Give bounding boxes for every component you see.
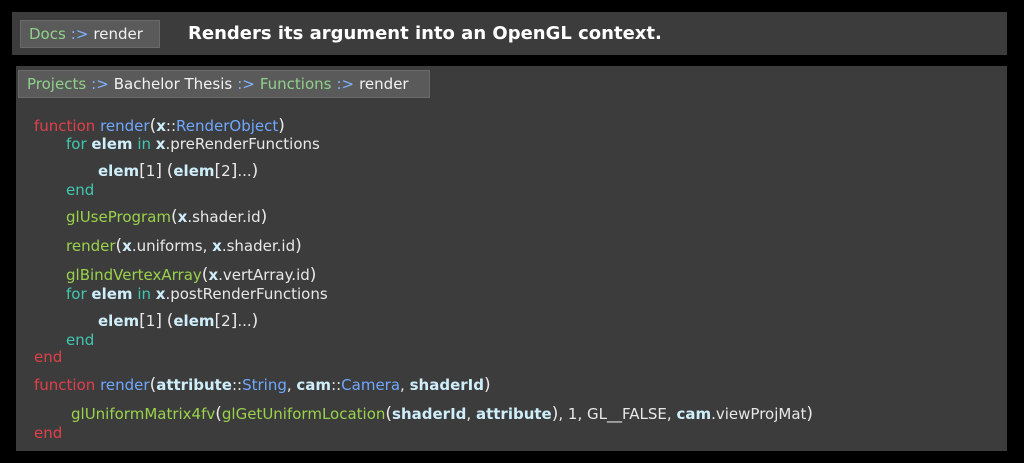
- code-panel: Projects :> Bachelor Thesis :> Functions…: [16, 66, 1007, 451]
- variable: elem: [91, 135, 133, 153]
- code-line: render(x.uniforms, x.shader.id): [66, 236, 302, 256]
- comma: ,: [558, 405, 564, 423]
- keyword-for: for: [66, 135, 87, 153]
- page-description: Renders its argument into an OpenGL cont…: [188, 23, 662, 44]
- type-separator: ::: [331, 376, 342, 394]
- variable: elem: [98, 312, 140, 330]
- keyword-for: for: [66, 285, 87, 303]
- type-name[interactable]: Camera: [341, 376, 400, 394]
- index-literal: 2: [221, 312, 231, 330]
- comma: ,: [466, 405, 472, 423]
- field-access: .viewProjMat: [711, 405, 807, 423]
- field-access: .preRenderFunctions: [165, 135, 320, 153]
- variable: elem: [98, 162, 140, 180]
- code-line: end: [66, 181, 94, 199]
- variable: x: [122, 237, 132, 255]
- doc-header: Docs :> render Renders its argument into…: [12, 12, 1007, 55]
- code-line: elem[1] (elem[2]...): [98, 161, 259, 181]
- comma: ,: [666, 405, 672, 423]
- variable: elem: [173, 312, 215, 330]
- variable: x: [156, 117, 166, 135]
- comma: ,: [286, 376, 292, 394]
- breadcrumb-docs-link[interactable]: Docs: [29, 25, 66, 43]
- code-line: end: [34, 424, 62, 442]
- keyword-end: end: [34, 424, 63, 442]
- code-line: end: [34, 348, 62, 366]
- field-access: .postRenderFunctions: [165, 285, 328, 303]
- keyword-in: in: [137, 135, 151, 153]
- breadcrumb-current: render: [93, 25, 143, 43]
- keyword-in: in: [137, 285, 151, 303]
- variable: attribute: [475, 405, 552, 423]
- comma: ,: [577, 405, 583, 423]
- gl-call[interactable]: glUniformMatrix4fv: [71, 405, 215, 423]
- comma: ,: [202, 237, 208, 255]
- field-access: .uniforms: [131, 237, 203, 255]
- variable: x: [212, 237, 222, 255]
- variable: shaderId: [409, 376, 484, 394]
- code-line: function render(x::RenderObject): [34, 116, 285, 136]
- gl-call[interactable]: glBindVertexArray: [66, 266, 202, 284]
- keyword-end: end: [66, 181, 95, 199]
- type-separator: ::: [231, 376, 243, 394]
- type-name[interactable]: String: [242, 376, 287, 394]
- field-access: .shader.id: [221, 237, 296, 255]
- breadcrumb-separator: :>: [70, 25, 89, 43]
- code-view: function render(x::RenderObject) for ele…: [16, 66, 1007, 451]
- index-literal: 1: [145, 162, 156, 180]
- code-line: elem[1] (elem[2]...): [98, 311, 259, 331]
- comma: ,: [400, 376, 405, 394]
- variable: attribute: [156, 376, 232, 394]
- variable: elem: [91, 285, 133, 303]
- code-line: function render(attribute::String, cam::…: [34, 375, 491, 395]
- splat: ...: [237, 312, 252, 330]
- field-access: .vertArray.id: [218, 266, 310, 284]
- field-access: .shader.id: [187, 208, 261, 226]
- code-line: glUniformMatrix4fv(glGetUniformLocation(…: [71, 404, 814, 424]
- code-line: end: [66, 331, 94, 349]
- breadcrumb: Docs :> render: [20, 20, 160, 48]
- type-separator: ::: [165, 117, 176, 135]
- gl-call[interactable]: glUseProgram: [66, 208, 171, 226]
- splat: ...: [237, 162, 252, 180]
- constant: GL__FALSE: [587, 405, 667, 423]
- index-literal: 1: [145, 312, 156, 330]
- code-line: glUseProgram(x.shader.id): [66, 207, 268, 227]
- variable: elem: [173, 162, 215, 180]
- keyword-function: function: [34, 117, 96, 135]
- variable: cam: [296, 376, 332, 394]
- function-call[interactable]: render: [66, 237, 116, 255]
- type-name[interactable]: RenderObject: [176, 117, 278, 135]
- variable: shaderId: [392, 405, 467, 423]
- gl-call[interactable]: glGetUniformLocation: [222, 405, 386, 423]
- index-literal: 2: [221, 162, 231, 180]
- variable: x: [208, 266, 219, 284]
- variable: x: [177, 208, 188, 226]
- variable: cam: [676, 405, 712, 423]
- keyword-end: end: [66, 331, 95, 349]
- function-name[interactable]: render: [100, 117, 150, 135]
- code-line: glBindVertexArray(x.vertArray.id): [66, 265, 317, 285]
- keyword-function: function: [34, 376, 96, 394]
- keyword-end: end: [34, 348, 63, 366]
- code-line: for elem in x.preRenderFunctions: [66, 135, 320, 153]
- code-line: for elem in x.postRenderFunctions: [66, 285, 328, 303]
- function-name[interactable]: render: [100, 376, 150, 394]
